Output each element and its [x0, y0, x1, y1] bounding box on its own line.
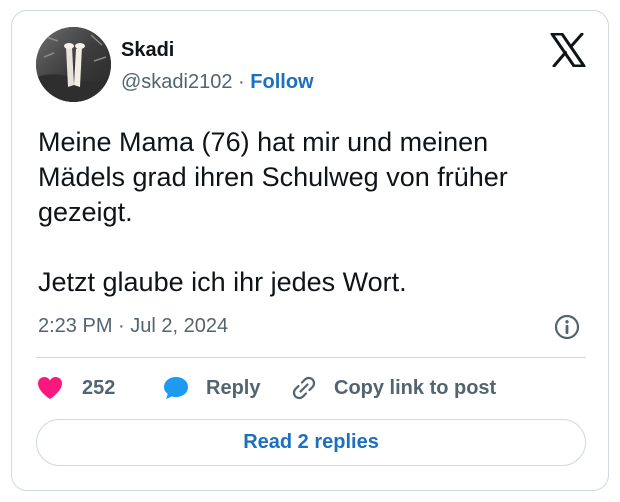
reply-label: Reply: [206, 376, 261, 399]
avatar-image: [36, 27, 111, 102]
read-replies-button[interactable]: Read 2 replies: [36, 419, 586, 466]
avatar[interactable]: [36, 27, 111, 102]
copy-link-label: Copy link to post: [334, 376, 497, 399]
author-handle-row: @skadi2102 · Follow: [121, 71, 314, 94]
copy-link-button[interactable]: Copy link to post: [290, 373, 496, 403]
speech-bubble-icon: [162, 374, 190, 402]
reply-button[interactable]: Reply: [162, 373, 260, 403]
author-handle[interactable]: @skadi2102: [121, 71, 232, 93]
handle-separator: ·: [238, 71, 245, 93]
author-display-name[interactable]: Skadi: [121, 39, 174, 62]
like-button[interactable]: 252: [36, 373, 115, 403]
tweet-timestamp[interactable]: 2:23 PM · Jul 2, 2024: [38, 315, 228, 338]
follow-button[interactable]: Follow: [250, 71, 313, 93]
action-bar: 252 Reply Copy link to post: [36, 373, 596, 403]
link-icon: [290, 374, 318, 402]
like-count: 252: [82, 376, 116, 399]
tweet-card: Skadi @skadi2102 · Follow Meine Mama (76…: [11, 10, 609, 491]
x-logo-icon[interactable]: [550, 32, 586, 68]
info-icon[interactable]: [553, 313, 581, 341]
divider: [36, 357, 586, 358]
tweet-text: Meine Mama (76) hat mir und meinen Mädel…: [38, 127, 508, 297]
heart-icon: [36, 375, 64, 401]
